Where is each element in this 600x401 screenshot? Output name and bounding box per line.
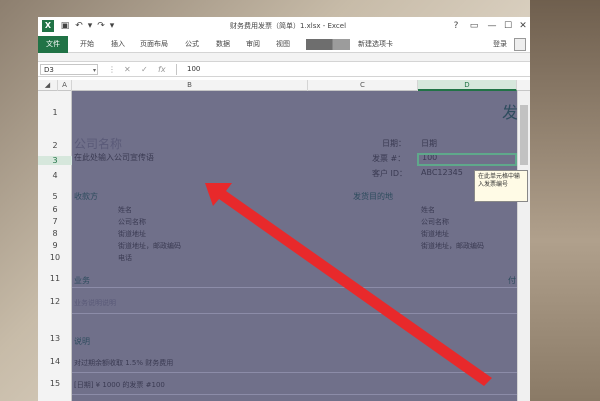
red-arrow-icon xyxy=(205,183,492,386)
annotation-arrow xyxy=(205,183,492,386)
